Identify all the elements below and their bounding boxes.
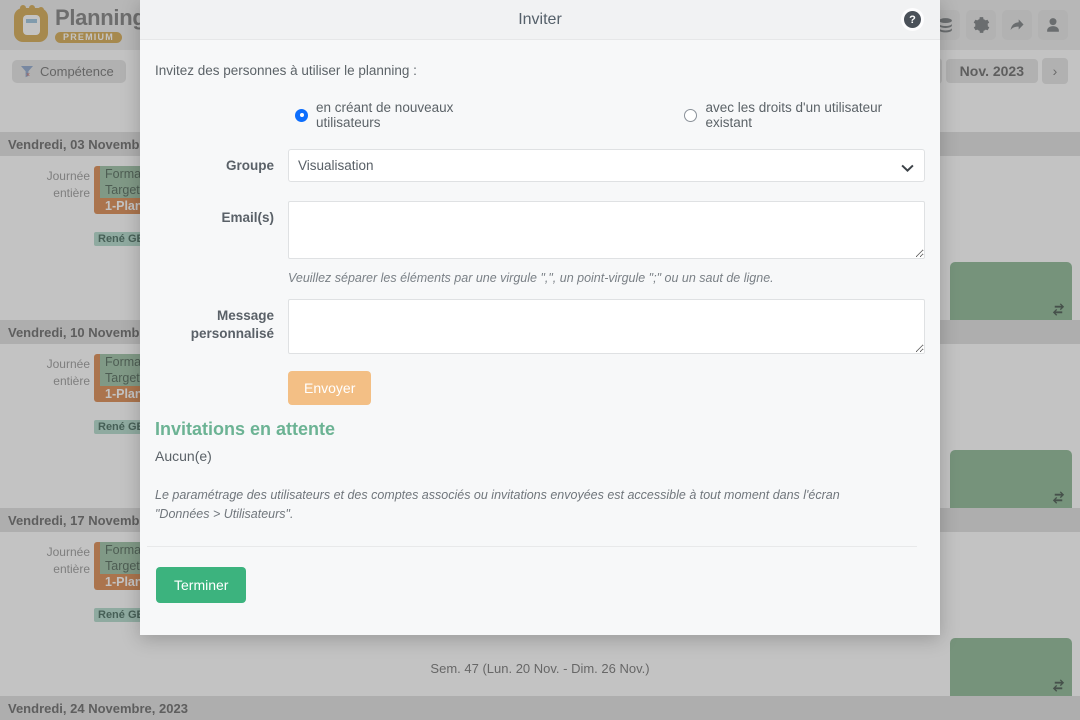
message-field-row: Message personnalisé Envoyer [155, 299, 925, 405]
radio-new-users-input[interactable] [295, 108, 308, 122]
emails-label: Email(s) [221, 210, 274, 225]
message-label-line1: Message [216, 308, 274, 323]
message-label: Message personnalisé [155, 299, 288, 405]
modal-header: Inviter ? [140, 0, 940, 40]
invite-intro-text: Invitez des personnes à utiliser le plan… [155, 63, 417, 78]
emails-hint: Veuillez séparer les éléments par une vi… [288, 271, 774, 285]
invite-mode-radio-group: en créant de nouveaux utilisateurs avec … [155, 100, 918, 130]
settings-note: Le paramétrage des utilisateurs et des c… [155, 488, 840, 521]
radio-existing-user-input[interactable] [684, 108, 698, 122]
radio-new-users-label: en créant de nouveaux utilisateurs [316, 100, 454, 130]
pending-invitations-empty: Aucun(e) [155, 448, 212, 464]
emails-input[interactable] [288, 201, 925, 259]
radio-option-new-users[interactable]: en créant de nouveaux utilisateurs [295, 100, 508, 130]
pending-invitations-title: Invitations en attente [155, 419, 336, 439]
emails-field-row: Email(s) Veuillez séparer les éléments p… [155, 201, 925, 285]
group-select[interactable]: VisualisationModificationAdministration [288, 149, 925, 182]
group-label: Groupe [225, 158, 274, 173]
message-input[interactable] [288, 299, 925, 354]
radio-option-existing-user[interactable]: avec les droits d'un utilisateur existan… [684, 100, 918, 130]
message-label-line2: personnalisé [190, 326, 274, 341]
radio-existing-user-label: avec les droits d'un utilisateur existan… [705, 100, 883, 130]
modal-body: Invitez des personnes à utiliser le plan… [140, 40, 940, 635]
help-icon[interactable]: ? [904, 11, 921, 28]
modal-title: Inviter [518, 10, 562, 28]
invite-modal: Inviter ? Invitez des personnes à utilis… [140, 0, 940, 635]
send-button[interactable]: Envoyer [288, 371, 372, 405]
done-button[interactable]: Terminer [156, 567, 247, 603]
modal-divider [147, 546, 917, 547]
group-field-row: Groupe VisualisationModificationAdminist… [155, 149, 925, 182]
